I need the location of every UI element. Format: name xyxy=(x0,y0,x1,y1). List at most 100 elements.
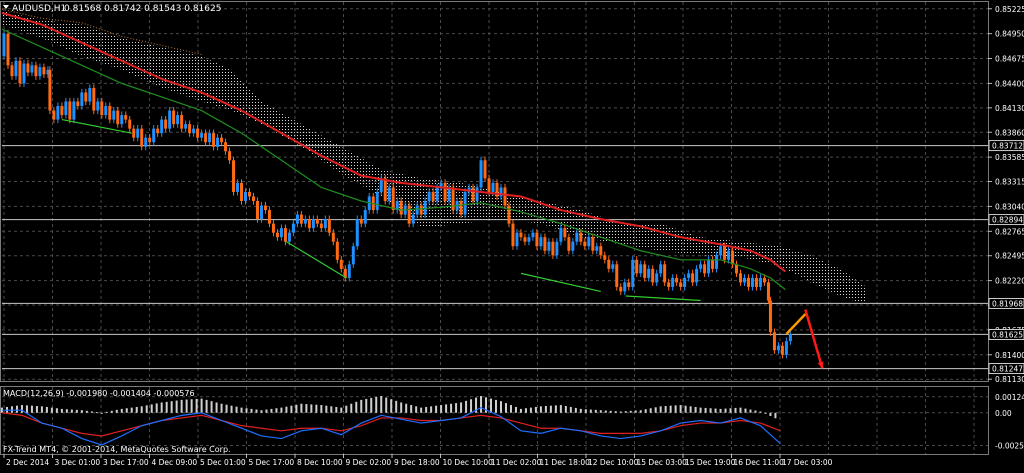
macd-histogram-bar xyxy=(85,410,88,413)
macd-histogram-bar xyxy=(10,406,13,413)
macd-histogram-bar xyxy=(265,409,268,413)
candle-body xyxy=(319,223,323,229)
price-tick-label: 0.81130 xyxy=(995,375,1024,384)
candle-body xyxy=(579,232,583,242)
candle-body xyxy=(762,277,766,283)
price-level-label: 0.81968 xyxy=(992,299,1023,308)
macd-histogram-bar xyxy=(245,408,248,413)
macd-histogram-bar xyxy=(195,398,198,413)
macd-histogram-bar xyxy=(684,405,687,413)
candle-body xyxy=(784,341,788,355)
macd-histogram-bar xyxy=(689,406,692,413)
candle-body xyxy=(611,264,615,269)
price-tick-label: 0.81400 xyxy=(995,351,1024,360)
candle-body xyxy=(735,264,739,274)
macd-histogram-bar xyxy=(759,411,762,413)
price-tick-label: 0.84400 xyxy=(995,79,1024,88)
chart-canvas[interactable]: 0.85225 0.84950 0.84675 0.84400 0.84130 0.838… xyxy=(0,0,1024,469)
macd-histogram-bar xyxy=(460,402,463,413)
macd-histogram-bar xyxy=(115,409,118,413)
candle-body xyxy=(176,115,180,125)
macd-histogram-bar xyxy=(45,406,48,413)
candle-body xyxy=(543,237,547,251)
candle-body xyxy=(780,345,784,355)
candle-body xyxy=(212,133,216,147)
candle-body xyxy=(531,232,535,238)
macd-histogram-bar xyxy=(80,410,83,413)
candle-body xyxy=(519,232,523,238)
time-tick-label: 3 Dec 01:00 xyxy=(55,458,101,467)
macd-histogram-bar xyxy=(140,406,143,413)
macd-histogram-bar xyxy=(305,404,308,413)
price-level-label: 0.81625 xyxy=(992,330,1023,339)
candle-body xyxy=(407,205,411,224)
candle-body xyxy=(766,282,770,301)
candle-body xyxy=(547,241,551,251)
macd-histogram-bar xyxy=(754,410,757,413)
time-tick-label: 12 Dec 10:00 xyxy=(588,458,639,467)
macd-histogram-bar xyxy=(559,405,562,413)
candle-body xyxy=(571,241,575,251)
macd-histogram-bar xyxy=(694,406,697,413)
candle-body xyxy=(742,277,746,283)
candle-body xyxy=(88,87,92,102)
macd-histogram-bar xyxy=(509,405,512,413)
macd-histogram-bar xyxy=(70,409,73,413)
candle-body xyxy=(52,110,56,120)
candle-body xyxy=(192,128,196,134)
candle-body xyxy=(515,232,519,247)
candle-body xyxy=(232,160,236,192)
candle-body xyxy=(431,191,435,201)
candle-body xyxy=(136,128,140,138)
macd-histogram-bar xyxy=(529,407,532,413)
macd-histogram-bar xyxy=(35,406,38,413)
candle-body xyxy=(383,178,387,201)
candle-body xyxy=(48,69,52,111)
candle-body xyxy=(527,237,531,242)
candle-body xyxy=(64,101,68,116)
candle-body xyxy=(287,232,291,242)
macd-histogram-bar xyxy=(325,405,328,413)
macd-histogram-bar xyxy=(470,399,473,413)
time-tick-label: 4 Dec 09:00 xyxy=(152,458,198,467)
candle-body xyxy=(100,101,104,116)
candle-body xyxy=(758,277,762,287)
candle-body xyxy=(539,237,543,247)
candle-body xyxy=(303,219,307,224)
candle-body xyxy=(639,264,643,274)
candle-body xyxy=(180,115,184,129)
price-tick-label: 0.83315 xyxy=(995,178,1024,187)
candle-body xyxy=(124,115,128,120)
macd-histogram-bar xyxy=(55,408,58,413)
macd-histogram-bar xyxy=(744,408,747,413)
macd-histogram-bar xyxy=(380,396,383,413)
macd-histogram-bar xyxy=(310,404,313,413)
candle-body xyxy=(615,264,619,287)
candle-body xyxy=(419,205,423,215)
candle-body xyxy=(204,133,208,143)
candle-body xyxy=(387,187,391,201)
candle-body xyxy=(22,63,26,84)
candle-body xyxy=(687,273,691,278)
macd-histogram-bar xyxy=(135,406,138,413)
candle-body xyxy=(587,237,591,247)
candle-body xyxy=(399,200,403,215)
macd-histogram-bar xyxy=(40,406,43,413)
candle-body xyxy=(788,333,792,342)
candle-body xyxy=(391,187,395,211)
macd-histogram-bar xyxy=(564,406,567,413)
candle-body xyxy=(299,214,303,224)
macd-histogram-bar xyxy=(145,405,148,413)
macd-histogram-bar xyxy=(400,402,403,413)
macd-histogram-bar xyxy=(155,403,158,413)
candle-body xyxy=(563,228,567,238)
macd-histogram-bar xyxy=(440,405,443,413)
candle-body xyxy=(168,110,172,129)
macd-histogram-bar xyxy=(579,408,582,413)
candle-body xyxy=(144,137,148,147)
macd-histogram-bar xyxy=(200,398,203,413)
time-tick-label: 11 Dec 18:00 xyxy=(540,458,591,467)
candle-body xyxy=(184,124,188,129)
macd-histogram-bar xyxy=(435,405,438,413)
macd-histogram-bar xyxy=(160,402,163,413)
